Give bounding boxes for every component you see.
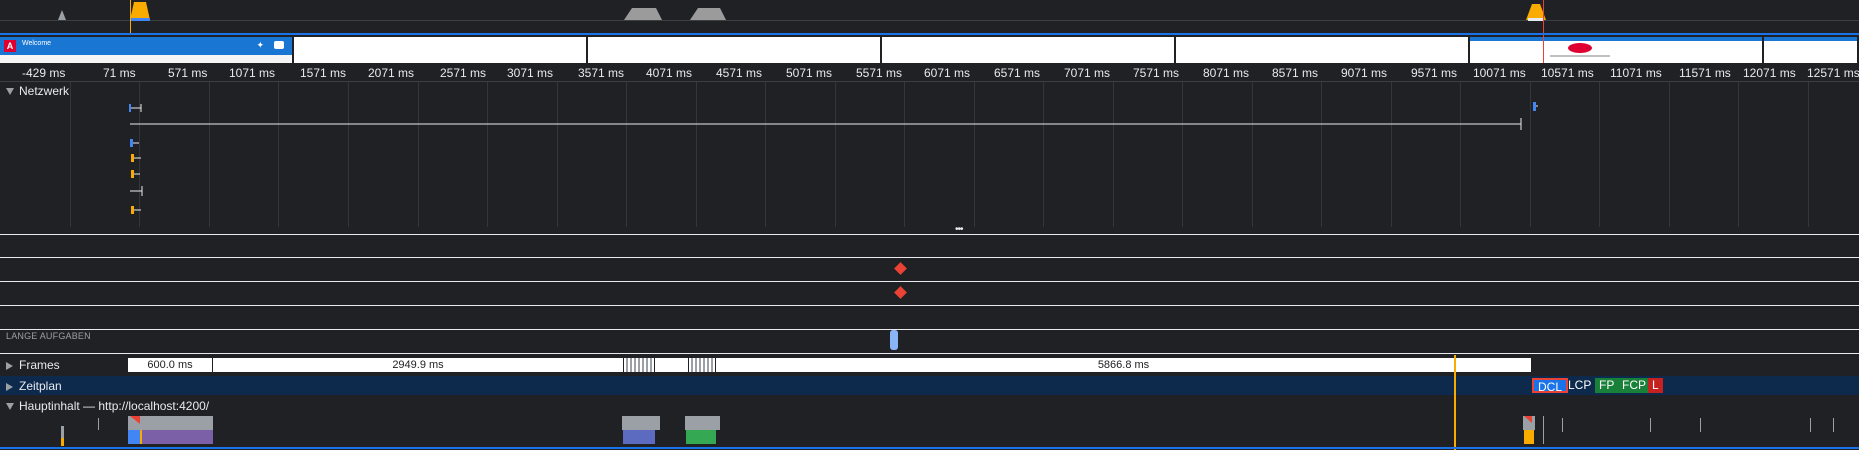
ruler-tick: 11071 ms: [1610, 66, 1662, 80]
long-tasks-label: LANGE AUFGABEN: [6, 331, 91, 341]
ruler-tick: 10571 ms: [1541, 66, 1594, 80]
ruler-tick: 3071 ms: [507, 66, 554, 80]
network-request: [1533, 102, 1538, 111]
filmstrip-frame[interactable]: [1176, 37, 1470, 63]
ruler-tick: 9071 ms: [1341, 66, 1388, 80]
youtube-icon: [274, 41, 284, 49]
app-toolbar: [1764, 37, 1857, 41]
dcl-marker[interactable]: DCL: [1532, 378, 1569, 394]
ruler-tick: 4071 ms: [646, 66, 693, 80]
network-request: [130, 186, 143, 196]
ruler-tick: 9571 ms: [1411, 66, 1458, 80]
frames-track-label: Frames: [19, 358, 60, 372]
twitter-icon: ✦: [256, 40, 264, 50]
ruler-tick: 12071 ms: [1743, 66, 1796, 80]
ruler-tick: 6071 ms: [924, 66, 971, 80]
expand-triangle-icon[interactable]: [6, 361, 13, 370]
app-title: Welcome: [22, 40, 52, 47]
filmstrip-frame[interactable]: A Welcome ✦: [0, 37, 294, 63]
frame-segment[interactable]: [689, 358, 715, 372]
ruler-tick: -429 ms: [22, 66, 66, 80]
event-diamond-marker[interactable]: [894, 286, 907, 299]
ruler-tick: 1571 ms: [300, 66, 347, 80]
fp-marker[interactable]: FP: [1595, 378, 1619, 393]
content-line: [1550, 55, 1610, 57]
long-task-bar[interactable]: [890, 330, 898, 350]
playhead-line: [1454, 355, 1456, 450]
filmstrip-frame[interactable]: [294, 37, 588, 63]
ruler-tick: 10071 ms: [1473, 66, 1526, 80]
main-thread-track-label: Hauptinhalt — http://localhost:4200/: [19, 399, 210, 413]
main-thread-track-header[interactable]: Hauptinhalt — http://localhost:4200/: [6, 399, 209, 413]
frame-segment[interactable]: 2949.9 ms: [213, 358, 623, 372]
ruler-tick: 6571 ms: [994, 66, 1041, 80]
filmstrip-frame[interactable]: [588, 37, 882, 63]
expand-triangle-icon[interactable]: [6, 403, 14, 411]
filmstrip-frame[interactable]: [1470, 37, 1764, 63]
screenshot-filmstrip[interactable]: A Welcome ✦: [0, 33, 1859, 65]
app-toolbar: A Welcome ✦: [0, 37, 292, 55]
main-thread-flame-chart[interactable]: [0, 414, 1859, 448]
track-separator: [0, 353, 1859, 354]
network-request: [130, 139, 139, 147]
ruler-tick: 8071 ms: [1203, 66, 1250, 80]
main-thread-track[interactable]: Hauptinhalt — http://localhost:4200/: [0, 396, 1859, 450]
lcp-marker[interactable]: LCP: [1564, 378, 1595, 393]
event-diamond-marker[interactable]: [894, 262, 907, 275]
ruler-tick: 8571 ms: [1272, 66, 1319, 80]
angular-logo-icon: A: [4, 40, 16, 52]
network-request: [129, 104, 142, 112]
bottom-border: [0, 447, 1859, 449]
fcp-marker[interactable]: FCP: [1618, 378, 1650, 393]
filmstrip-frame[interactable]: [1764, 37, 1859, 63]
network-request: [131, 206, 141, 214]
frame-segment[interactable]: [624, 358, 654, 372]
network-requests[interactable]: [0, 95, 1859, 225]
ruler-tick: 11571 ms: [1679, 66, 1731, 80]
track-separator: [0, 234, 1859, 235]
ruler-tick: 7571 ms: [1133, 66, 1180, 80]
time-ruler[interactable]: -429 ms 71 ms 571 ms 1071 ms 1571 ms 207…: [0, 63, 1859, 82]
ruler-tick: 2571 ms: [440, 66, 487, 80]
ruler-tick: 71 ms: [103, 66, 136, 80]
network-request: [131, 154, 141, 162]
network-request: [130, 118, 1522, 130]
expand-triangle-icon[interactable]: [6, 382, 13, 391]
app-toolbar: [1470, 37, 1762, 41]
overview-activity-graph: [0, 0, 1859, 34]
ruler-tick: 4571 ms: [716, 66, 763, 80]
frames-track-header[interactable]: Frames: [6, 358, 60, 372]
ruler-tick: 3571 ms: [578, 66, 625, 80]
ruler-tick: 12571 ms: [1807, 66, 1859, 80]
track-separator: [0, 257, 1859, 258]
playhead-marker: [1543, 35, 1544, 65]
ruler-tick: 5571 ms: [856, 66, 903, 80]
rocket-badge-icon: [1568, 43, 1592, 53]
ruler-tick: 7071 ms: [1064, 66, 1111, 80]
frame-segment[interactable]: 600.0 ms: [128, 358, 212, 372]
ruler-tick: 5071 ms: [786, 66, 833, 80]
ruler-tick: 1071 ms: [229, 66, 276, 80]
track-separator: [0, 305, 1859, 306]
ruler-tick: 571 ms: [168, 66, 208, 80]
network-request: [131, 170, 140, 178]
timeline-track[interactable]: Zeitplan DCL LCP FP FCP L: [0, 376, 1859, 395]
frame-segment[interactable]: 5866.8 ms: [716, 358, 1531, 372]
track-separator: [0, 329, 1859, 330]
track-separator: [0, 281, 1859, 282]
ruler-tick: 2071 ms: [368, 66, 415, 80]
frame-segment[interactable]: [655, 358, 688, 372]
timeline-track-label: Zeitplan: [19, 379, 62, 393]
load-marker[interactable]: L: [1648, 378, 1663, 393]
frames-track[interactable]: Frames 600.0 ms 2949.9 ms 5866.8 ms: [0, 355, 1859, 374]
filmstrip-frame[interactable]: [882, 37, 1176, 63]
timeline-track-header[interactable]: Zeitplan: [6, 379, 62, 393]
overview-strip[interactable]: [0, 0, 1859, 34]
